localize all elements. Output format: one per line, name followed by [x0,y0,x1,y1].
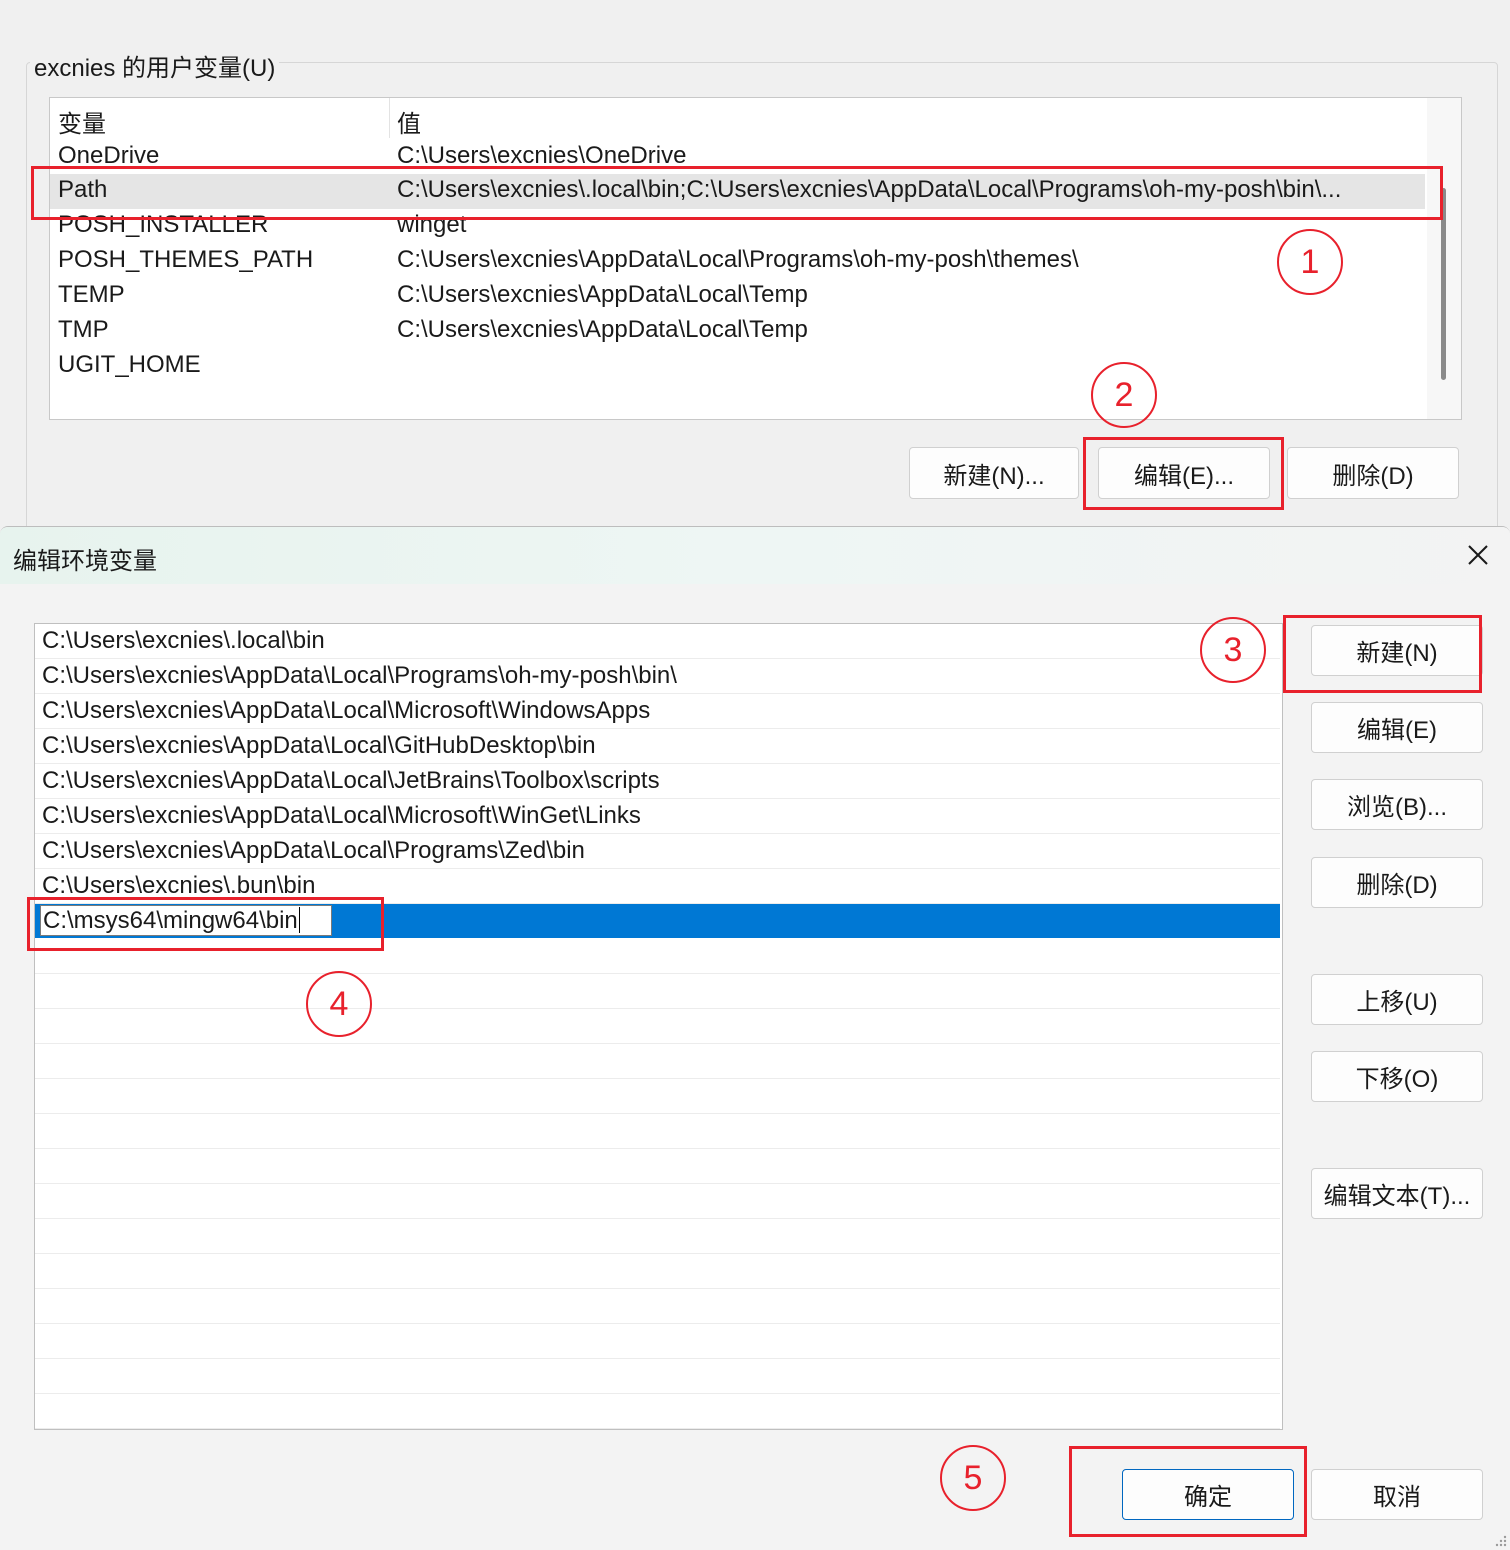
column-header-value[interactable]: 值 [397,104,421,139]
edit-entry-button[interactable]: 编辑(E) [1311,702,1483,753]
empty-row[interactable] [35,1219,1280,1254]
step-marker-4: 4 [306,971,372,1037]
cancel-button[interactable]: 取消 [1311,1469,1483,1520]
empty-row[interactable] [35,1394,1280,1429]
empty-row[interactable] [35,974,1280,1009]
new-variable-button[interactable]: 新建(N)... [909,447,1079,499]
empty-row[interactable] [35,1149,1280,1184]
close-icon [1468,545,1488,565]
table-row-tmp[interactable]: TMP C:\Users\excnies\AppData\Local\Temp [50,314,1425,349]
step-marker-2: 2 [1091,362,1157,428]
edit-text-button[interactable]: 编辑文本(T)... [1311,1168,1483,1219]
list-item[interactable]: C:\Users\excnies\AppData\Local\Programs\… [35,834,1280,869]
empty-row[interactable] [35,1359,1280,1394]
path-entry-text: C:\Users\excnies\.local\bin [42,627,325,654]
variable-name: UGIT_HOME [58,351,201,378]
highlight-new-entry [27,897,384,951]
path-entry-text: C:\Users\excnies\AppData\Local\Programs\… [42,662,677,689]
empty-row[interactable] [35,1009,1280,1044]
variable-value: C:\Users\excnies\AppData\Local\Temp [397,281,808,308]
empty-row[interactable] [35,1079,1280,1114]
variable-value: C:\Users\excnies\AppData\Local\Programs\… [397,246,1079,273]
highlight-ok-button [1069,1446,1307,1537]
dialog-title: 编辑环境变量 [13,548,157,575]
step-marker-3: 3 [1200,617,1266,683]
delete-entry-button[interactable]: 删除(D) [1311,857,1483,908]
variable-name: TEMP [58,281,125,308]
highlight-new-button [1283,615,1482,693]
empty-row[interactable] [35,1324,1280,1359]
table-header: 变量 值 [50,98,1425,138]
column-header-name[interactable]: 变量 [58,104,106,139]
path-entry-text: C:\Users\excnies\.bun\bin [42,872,316,899]
empty-row[interactable] [35,1114,1280,1149]
path-entry-text: C:\Users\excnies\AppData\Local\JetBrains… [42,767,660,794]
path-entry-text: C:\Users\excnies\AppData\Local\Microsoft… [42,697,651,724]
user-variables-group-title: excnies 的用户变量(U) [30,48,280,83]
variable-name: POSH_THEMES_PATH [58,246,314,273]
path-entry-text: C:\Users\excnies\AppData\Local\Programs\… [42,837,585,864]
browse-button[interactable]: 浏览(B)... [1311,779,1483,830]
step-marker-5: 5 [940,1445,1006,1511]
list-item[interactable]: C:\Users\excnies\AppData\Local\Programs\… [35,659,1280,694]
table-scrollbar[interactable] [1427,98,1461,419]
empty-row[interactable] [35,1184,1280,1219]
delete-variable-button[interactable]: 删除(D) [1287,447,1459,499]
highlight-edit-button [1083,437,1284,510]
list-item[interactable]: C:\Users\excnies\AppData\Local\GitHubDes… [35,729,1280,764]
list-item[interactable]: C:\Users\excnies\AppData\Local\Microsoft… [35,799,1280,834]
path-entry-text: C:\Users\excnies\AppData\Local\Microsoft… [42,802,641,829]
empty-row[interactable] [35,1289,1280,1324]
highlight-path-row [31,166,1443,220]
table-row-ugit-home[interactable]: UGIT_HOME [50,349,1425,384]
list-item[interactable]: C:\Users\excnies\AppData\Local\Microsoft… [35,694,1280,729]
table-row-posh-themes-path[interactable]: POSH_THEMES_PATH C:\Users\excnies\AppDat… [50,244,1425,279]
path-entry-text: C:\Users\excnies\AppData\Local\GitHubDes… [42,732,596,759]
empty-row[interactable] [35,1254,1280,1289]
empty-row[interactable] [35,1044,1280,1079]
user-variables-table[interactable]: 变量 值 OneDrive C:\Users\excnies\OneDrive … [49,97,1462,420]
table-row-temp[interactable]: TEMP C:\Users\excnies\AppData\Local\Temp [50,279,1425,314]
list-item[interactable]: C:\Users\excnies\.local\bin [35,624,1280,659]
variable-name: TMP [58,316,109,343]
move-up-button[interactable]: 上移(U) [1311,974,1483,1025]
path-entries-list[interactable]: C:\Users\excnies\.local\bin C:\Users\exc… [34,623,1283,1430]
step-marker-1: 1 [1277,229,1343,295]
dialog-titlebar[interactable]: 编辑环境变量 [0,527,1510,584]
move-down-button[interactable]: 下移(O) [1311,1051,1483,1102]
variable-value: C:\Users\excnies\AppData\Local\Temp [397,316,808,343]
column-separator[interactable] [389,98,390,138]
list-item[interactable]: C:\Users\excnies\AppData\Local\JetBrains… [35,764,1280,799]
resize-grip-icon[interactable] [1492,1532,1508,1548]
close-button[interactable] [1460,537,1496,573]
